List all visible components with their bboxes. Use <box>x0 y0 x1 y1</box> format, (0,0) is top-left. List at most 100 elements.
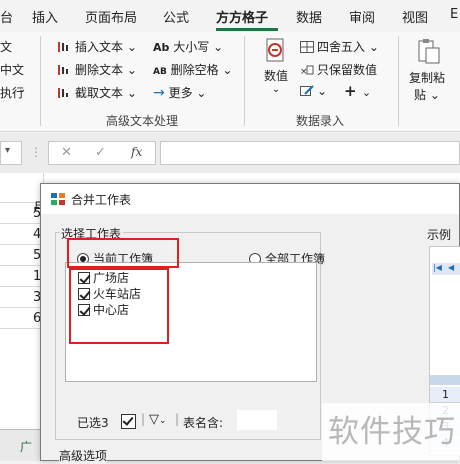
plus-button[interactable]: + ⌄ <box>344 82 371 100</box>
extract-text-icon <box>58 88 68 98</box>
grid-icon <box>300 41 314 53</box>
ribbon-left-item-2[interactable]: 中文 <box>0 61 24 78</box>
more-label: 更多 <box>168 86 193 100</box>
group-separator <box>244 36 245 126</box>
chevron-down-icon: ⌄ <box>196 86 207 100</box>
delete-spaces-label: 删除空格 <box>170 63 219 77</box>
tab-home[interactable]: 台 <box>0 7 13 26</box>
watermark: 软件技巧 <box>322 403 460 461</box>
name-box[interactable]: ▾ <box>0 141 22 165</box>
case-label: 大小写 <box>173 40 210 54</box>
keep-numbers-icon: × <box>300 65 314 76</box>
copy-paste-label: 复制粘 <box>408 71 445 85</box>
chevron-down-icon: ⌄ <box>159 416 167 426</box>
tab-page-layout[interactable]: 页面布局 <box>85 7 137 26</box>
plus-icon: + <box>344 82 357 100</box>
filter-button[interactable]: ▽⌄ <box>149 412 167 427</box>
chevron-down-icon: ⌄ <box>126 86 137 100</box>
select-all-checkbox[interactable] <box>121 414 136 429</box>
numeric-label: 数值 <box>263 69 288 83</box>
chevron-down-icon: ⌄ <box>18 84 27 95</box>
preview-row: 1 <box>430 387 460 403</box>
edit-button[interactable]: ⌄ <box>300 84 327 98</box>
tab-data[interactable]: 数据 <box>296 7 322 26</box>
svg-text:×: × <box>300 67 308 76</box>
tab-overflow[interactable]: E <box>450 7 458 22</box>
sheet-tab[interactable]: 广 <box>20 438 32 455</box>
insert-function-icon[interactable]: fx <box>131 145 142 159</box>
delete-spaces-button[interactable]: AB 删除空格 ⌄ <box>153 61 233 78</box>
copy-paste-button[interactable]: 复制粘 贴 ⌄ <box>406 38 448 103</box>
table-row[interactable]: 5 <box>0 203 44 224</box>
table-row[interactable]: 5 <box>0 245 44 266</box>
prev-sheet-icon[interactable]: ◀ <box>448 263 454 272</box>
table-row[interactable]: 3 <box>0 287 44 308</box>
table-row[interactable]: 1 <box>0 266 44 287</box>
case-icon: Ab <box>153 41 170 54</box>
tab-formulas[interactable]: 公式 <box>163 7 189 26</box>
sheet-name-filter-input[interactable] <box>237 410 277 430</box>
formula-input[interactable] <box>160 141 460 165</box>
copy-paste-label-2: 贴 <box>414 88 427 102</box>
confirm-icon[interactable]: ✓ <box>95 145 106 160</box>
number-group-label: 数据录入 <box>296 114 345 128</box>
chevron-down-icon: ⌄ <box>126 40 137 54</box>
first-sheet-icon[interactable]: |◀ <box>433 263 442 272</box>
ribbon-left-item-1[interactable]: 文 <box>0 38 12 55</box>
edit-icon <box>300 85 314 96</box>
chevron-down-icon: ⌄ <box>361 86 372 99</box>
ribbon: 文 中文 执行 ⌄ 插入文本 ⌄ 删除文本 ⌄ 截取文本 ⌄ Ab 大小写 ⌄ … <box>0 32 460 132</box>
insert-text-button[interactable]: 插入文本 ⌄ <box>58 38 137 55</box>
chevron-down-icon: ▾ <box>5 145 11 156</box>
sheet-name-filter-label: 表名含: <box>183 416 224 430</box>
tab-review[interactable]: 审阅 <box>349 7 375 26</box>
numeric-button[interactable]: 数值 ⌄ <box>258 38 294 95</box>
preview-row-number: 1 <box>442 388 449 401</box>
chevron-down-icon: ⌄ <box>429 88 440 102</box>
app-icon <box>51 193 65 205</box>
formula-bar: ▾ ⋮ ✕ ✓ fx <box>0 133 460 173</box>
chevron-down-icon: ⌄ <box>271 84 281 95</box>
delete-text-icon <box>58 65 68 75</box>
delete-text-button[interactable]: 删除文本 ⌄ <box>58 61 137 78</box>
sheet-tab-bar: 广 <box>0 429 40 461</box>
tab-insert[interactable]: 插入 <box>32 7 58 26</box>
splitter-icon: ⋮ <box>30 145 42 159</box>
example-label: 示例 <box>427 228 452 242</box>
tab-view[interactable]: 视图 <box>402 7 428 26</box>
dialog-title: 合并工作表 <box>71 193 132 207</box>
chevron-down-icon: ⌄ <box>368 40 379 54</box>
chevron-down-icon: ⌄ <box>222 63 233 77</box>
chevron-down-icon: ⌄ <box>126 63 137 77</box>
advanced-options-label: 高级选项 <box>59 447 108 464</box>
case-button[interactable]: Ab 大小写 ⌄ <box>153 38 223 55</box>
table-row[interactable]: 4 <box>0 224 44 245</box>
preview-nav: |◀ ◀ <box>432 263 460 275</box>
keep-numbers-label: 只保留数值 <box>317 63 378 77</box>
tab-fangfanggezi[interactable]: 方方格子 <box>216 7 268 26</box>
insert-text-icon <box>58 42 68 52</box>
clipboard-icon <box>418 39 440 64</box>
round-button[interactable]: 四舍五入 ⌄ <box>300 38 379 55</box>
extract-text-button[interactable]: 截取文本 ⌄ <box>58 84 137 101</box>
extract-text-label: 截取文本 <box>75 86 124 100</box>
cancel-icon[interactable]: ✕ <box>61 145 72 160</box>
table-row[interactable]: 6 <box>0 308 44 329</box>
formula-buttons: ✕ ✓ fx <box>48 141 156 165</box>
arrow-right-icon: → <box>153 85 165 101</box>
group-separator <box>398 36 399 126</box>
preview-header-row <box>430 375 460 385</box>
keep-numbers-button[interactable]: × 只保留数值 <box>300 61 377 78</box>
delete-text-label: 删除文本 <box>75 63 124 77</box>
highlight-box-list <box>69 268 169 344</box>
active-tab-indicator <box>216 28 278 31</box>
selected-count: 已选3 <box>77 416 109 430</box>
numeric-icon <box>266 38 284 62</box>
divider: | <box>141 412 146 426</box>
highlight-box-radio <box>67 238 179 268</box>
group-separator <box>40 36 41 126</box>
dialog-title-bar: 合并工作表 <box>41 184 459 214</box>
more-button[interactable]: → 更多 ⌄ <box>153 84 206 101</box>
chevron-down-icon: ⌄ <box>213 40 224 54</box>
insert-text-label: 插入文本 <box>75 40 124 54</box>
